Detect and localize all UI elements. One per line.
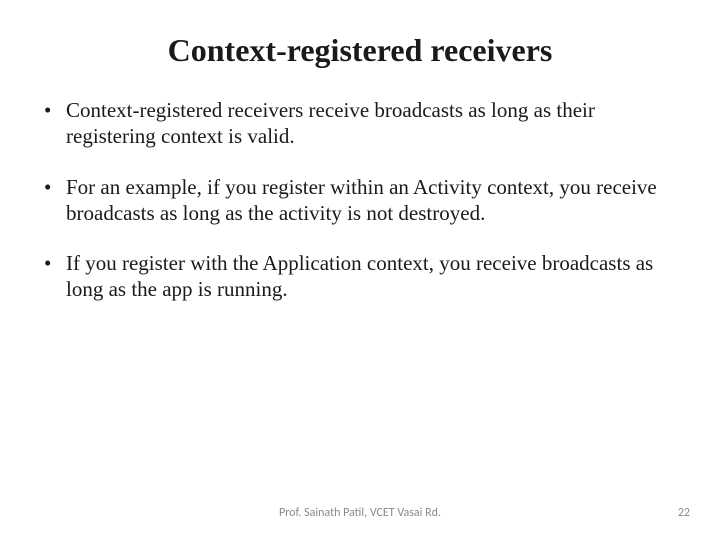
page-number: 22 (678, 506, 690, 520)
bullet-item: Context-registered receivers receive bro… (40, 97, 680, 150)
bullet-item: If you register with the Application con… (40, 250, 680, 303)
footer: Prof. Sainath Patil, VCET Vasai Rd. 22 (0, 506, 720, 526)
bullet-list: Context-registered receivers receive bro… (40, 97, 680, 303)
bullet-item: For an example, if you register within a… (40, 174, 680, 227)
slide-title: Context-registered receivers (40, 32, 680, 69)
footer-author: Prof. Sainath Patil, VCET Vasai Rd. (0, 506, 720, 520)
slide: Context-registered receivers Context-reg… (0, 0, 720, 540)
